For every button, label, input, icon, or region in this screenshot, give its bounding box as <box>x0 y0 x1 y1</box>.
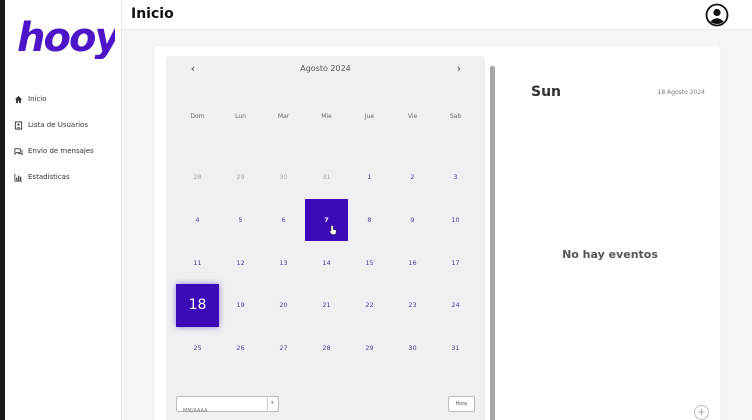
main-card: ‹ Agosto 2024 › Dom Lun Mar Mie Jue Vie … <box>154 46 720 420</box>
calendar-day[interactable]: 25 <box>176 327 219 370</box>
calendar-day[interactable]: 19 <box>219 284 262 327</box>
calendar-day[interactable]: 5 <box>219 199 262 242</box>
calendar-day[interactable]: 12 <box>219 241 262 284</box>
sidebar-item-inicio[interactable]: Inicio <box>12 86 94 112</box>
plus-icon: + <box>697 407 706 418</box>
sidebar-nav: Inicio Lista de Usuarios Envío de mensaj… <box>12 86 94 190</box>
calendar-day[interactable]: 27 <box>262 327 305 370</box>
calendar-day-selected[interactable]: 18 <box>176 284 219 327</box>
calendar-day[interactable]: 13 <box>262 241 305 284</box>
sidebar-item-estadisticas[interactable]: Estadísticas <box>12 164 94 190</box>
calendar-day[interactable]: 21 <box>305 284 348 327</box>
calendar-day[interactable]: 31 <box>434 327 477 370</box>
chevron-right-icon[interactable]: › <box>452 62 466 75</box>
weekday-label: Mie <box>321 113 332 120</box>
weekday-label: Vie <box>407 113 418 120</box>
calendar: ‹ Agosto 2024 › Dom Lun Mar Mie Jue Vie … <box>166 56 485 420</box>
calendar-week: 28 29 30 31 1 2 3 <box>176 156 477 199</box>
selected-date-label: 18 Agosto 2024 <box>657 89 705 96</box>
chat-icon <box>12 146 24 156</box>
events-panel: Sun 18 Agosto 2024 No hay eventos + <box>500 46 720 420</box>
calendar-week: 25 26 27 28 29 30 31 <box>176 327 477 370</box>
month-label: Agosto 2024 <box>300 64 351 73</box>
chevron-down-icon[interactable]: ▾ <box>271 400 274 406</box>
sidebar-item-label: Envío de mensajes <box>28 147 94 155</box>
today-button[interactable]: Hooy <box>448 396 475 412</box>
calendar-week: 18 19 20 21 22 23 24 <box>176 284 477 327</box>
calendar-day[interactable]: 2 <box>391 156 434 199</box>
month-year-input[interactable] <box>177 404 267 418</box>
mouse-cursor-icon <box>329 224 337 235</box>
calendar-day[interactable]: 17 <box>434 241 477 284</box>
weekday-label: Mar <box>277 113 290 120</box>
add-event-button[interactable]: + <box>694 405 709 420</box>
calendar-grid: 28 29 30 31 1 2 3 4 5 6 7 8 9 10 11 12 1… <box>176 156 477 369</box>
calendar-day-hovered[interactable]: 7 <box>305 198 348 242</box>
empty-events-message: No hay eventos <box>562 248 658 261</box>
calendar-day[interactable]: 6 <box>262 199 305 242</box>
calendar-week: 11 12 13 14 15 16 17 <box>176 241 477 284</box>
calendar-day[interactable]: 29 <box>348 327 391 370</box>
weekday-header: Dom Lun Mar Mie Jue Vie Sab <box>176 113 477 120</box>
scrollbar[interactable] <box>490 66 495 420</box>
calendar-day[interactable]: 30 <box>391 327 434 370</box>
top-header: Inicio <box>122 0 752 30</box>
calendar-day-prev-month[interactable]: 28 <box>176 156 219 199</box>
weekday-label: Lun <box>235 113 246 120</box>
bar-chart-icon <box>12 172 24 182</box>
calendar-day[interactable]: 3 <box>434 156 477 199</box>
users-list-icon <box>12 120 24 130</box>
calendar-day[interactable]: 1 <box>348 156 391 199</box>
logo-graphic: hooy <box>17 15 124 61</box>
calendar-day-prev-month[interactable]: 30 <box>262 156 305 199</box>
weekday-label: Dom <box>190 113 205 120</box>
svg-text:hooy: hooy <box>17 15 115 59</box>
calendar-day[interactable]: 16 <box>391 241 434 284</box>
brand-logo[interactable]: hooy <box>15 15 124 61</box>
calendar-day[interactable]: 15 <box>348 241 391 284</box>
sidebar: hooy Inicio Lista de Usuarios Envío de m… <box>5 0 124 420</box>
calendar-day[interactable]: 23 <box>391 284 434 327</box>
calendar-day[interactable]: 28 <box>305 327 348 370</box>
month-navigation: ‹ Agosto 2024 › <box>166 62 485 78</box>
selected-day-name: Sun <box>531 84 562 100</box>
calendar-week: 4 5 6 7 8 9 10 <box>176 198 477 242</box>
sidebar-item-label: Estadísticas <box>28 173 70 181</box>
calendar-day-number: 7 <box>324 216 329 225</box>
weekday-label: Jue <box>364 113 375 120</box>
calendar-day[interactable]: 9 <box>391 199 434 242</box>
sidebar-item-lista-usuarios[interactable]: Lista de Usuarios <box>12 112 94 138</box>
user-avatar-icon[interactable] <box>705 3 729 27</box>
home-icon <box>12 94 24 104</box>
calendar-day[interactable]: 10 <box>434 199 477 242</box>
calendar-day-prev-month[interactable]: 29 <box>219 156 262 199</box>
page-title: Inicio <box>131 6 174 22</box>
weekday-label: Sab <box>449 113 462 120</box>
sidebar-item-label: Inicio <box>28 95 47 103</box>
calendar-day[interactable]: 4 <box>176 199 219 242</box>
app-window: hooy Inicio Lista de Usuarios Envío de m… <box>5 0 752 420</box>
calendar-day-prev-month[interactable]: 31 <box>305 156 348 199</box>
sidebar-item-envio-mensajes[interactable]: Envío de mensajes <box>12 138 94 164</box>
picker-divider <box>267 398 268 410</box>
month-year-picker[interactable]: ▾ <box>176 396 279 418</box>
calendar-day[interactable]: 8 <box>348 199 391 242</box>
sidebar-item-label: Lista de Usuarios <box>28 121 88 129</box>
calendar-day[interactable]: 26 <box>219 327 262 370</box>
calendar-day[interactable]: 24 <box>434 284 477 327</box>
calendar-day[interactable]: 22 <box>348 284 391 327</box>
calendar-day[interactable]: 11 <box>176 241 219 284</box>
calendar-day[interactable]: 20 <box>262 284 305 327</box>
calendar-day[interactable]: 14 <box>305 241 348 284</box>
